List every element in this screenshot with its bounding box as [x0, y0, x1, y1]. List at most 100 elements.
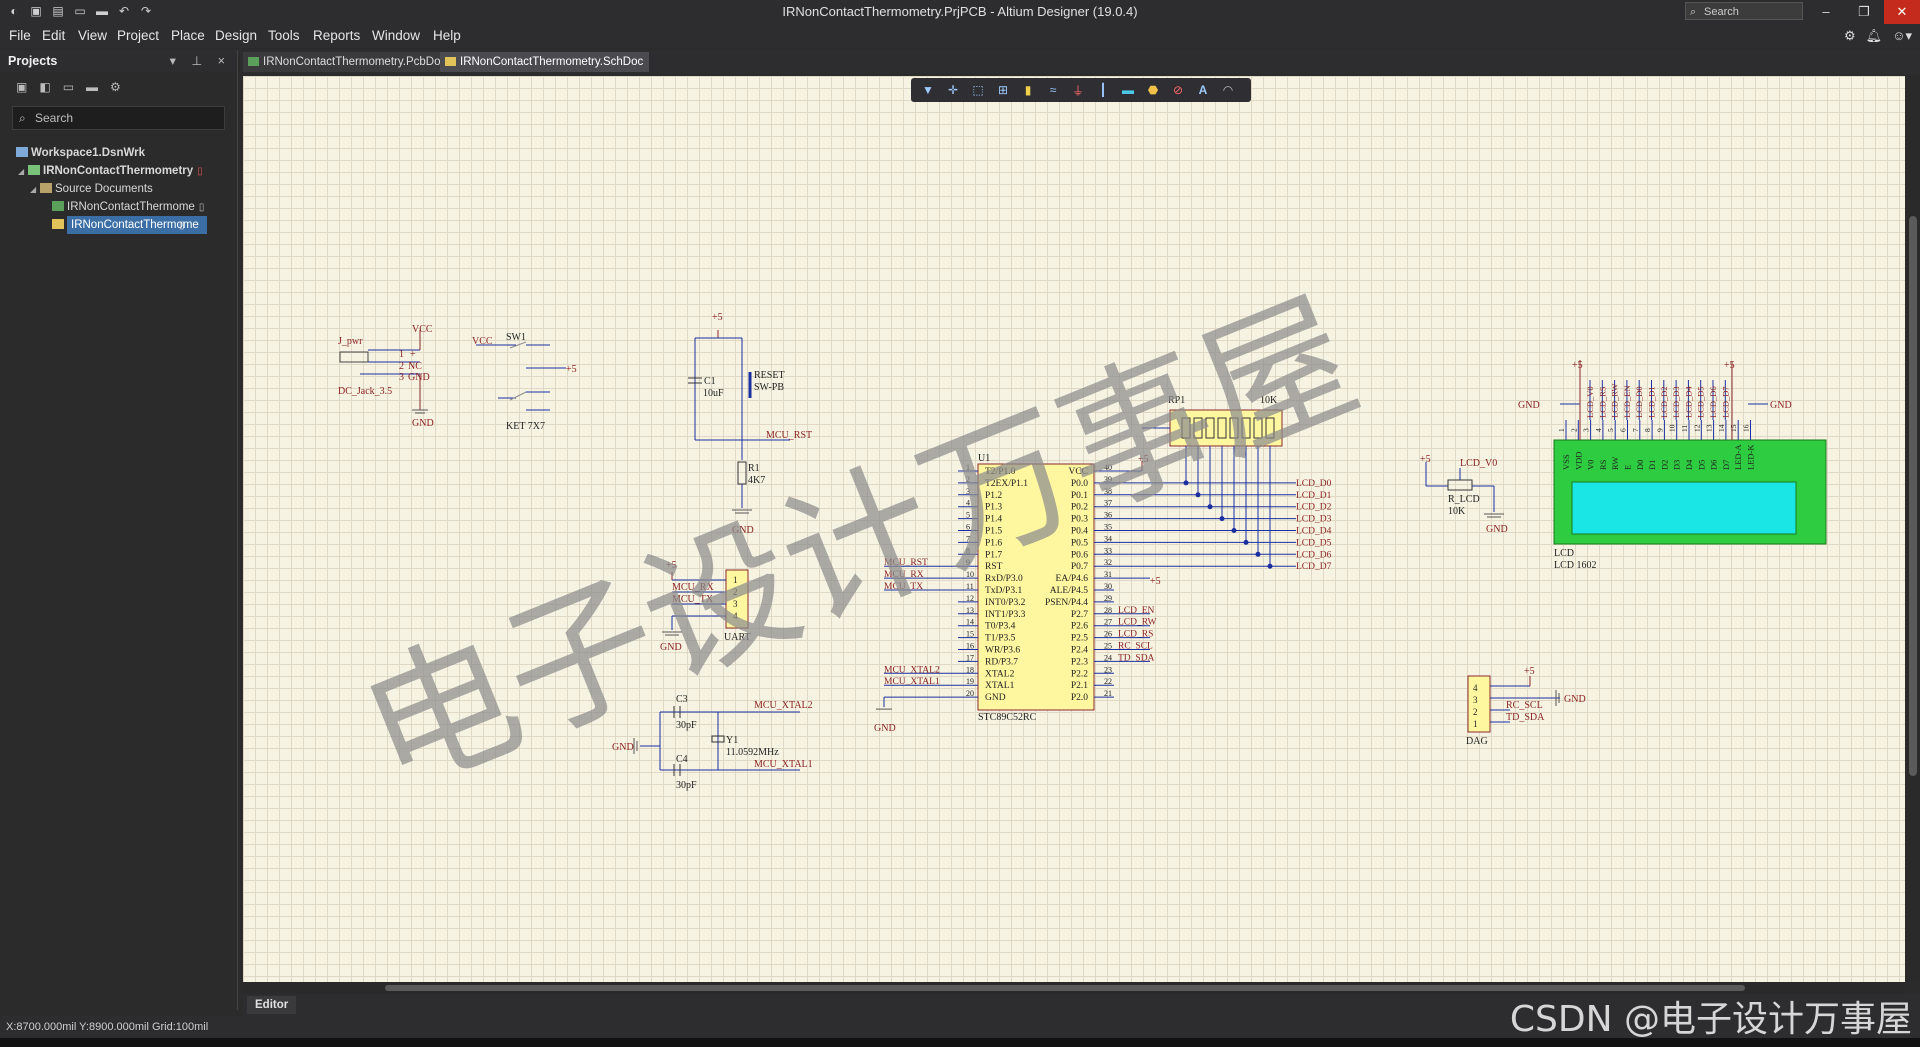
- panel-search-input[interactable]: ⌕ Search: [12, 106, 225, 130]
- pcb-doc-icon: [52, 201, 64, 211]
- filter-icon[interactable]: ▼: [919, 82, 937, 98]
- lcd-net-label: LCD_RW: [1610, 384, 1620, 418]
- menu-reports[interactable]: Reports: [313, 28, 360, 43]
- panel-controls[interactable]: ▾ ⊥ ×: [170, 50, 231, 72]
- lcd-plus5-left: +5: [1572, 360, 1583, 371]
- panel-search-placeholder: Search: [35, 111, 74, 125]
- tree-workspace[interactable]: Workspace1.DsnWrk: [0, 144, 237, 162]
- gear-icon[interactable]: ⚙: [1844, 28, 1856, 44]
- net-lcd-v0: LCD_V0: [1460, 458, 1497, 469]
- tree-folder[interactable]: ◢ Source Documents: [0, 180, 237, 198]
- restore-button[interactable]: ❐: [1846, 0, 1882, 24]
- mcu-pin-name: T0/P3.4: [985, 622, 1016, 632]
- mcu-pin-name: P2.2: [1071, 669, 1088, 679]
- lcd-plus5-right: +5: [1724, 360, 1735, 371]
- minimize-button[interactable]: –: [1808, 0, 1844, 24]
- doc-label: IRNonContactThermome: [67, 201, 195, 213]
- close-button[interactable]: ✕: [1884, 0, 1920, 24]
- gear-icon[interactable]: ⚙: [110, 80, 121, 94]
- lcd-pin-name: D7: [1721, 460, 1731, 470]
- c3-value: 30pF: [676, 720, 697, 731]
- dag-connector-symbol: [1467, 675, 1491, 733]
- mcu-pin-name: P2.4: [1071, 646, 1088, 656]
- tree-doc-sch[interactable]: IRNonContactThermome▯: [0, 216, 237, 234]
- jack-value: DC_Jack_3.5: [338, 386, 392, 397]
- wire-icon[interactable]: ≈: [1044, 82, 1062, 98]
- doc-label: IRNonContactThermome: [67, 216, 207, 234]
- vertical-scrollbar[interactable]: [1906, 76, 1920, 982]
- arc-icon[interactable]: ◠: [1219, 82, 1237, 98]
- menu-project[interactable]: Project: [117, 28, 159, 43]
- tab-editor[interactable]: Editor: [247, 996, 297, 1014]
- port-icon[interactable]: ⬣: [1144, 82, 1162, 98]
- lcd-ref: LCD: [1554, 548, 1574, 559]
- search-placeholder: Search: [1704, 6, 1739, 18]
- user-icon[interactable]: ☺▾: [1892, 28, 1912, 44]
- net-label: LCD_D7: [1296, 562, 1332, 572]
- tree-project[interactable]: ◢ IRNonContactThermometry ▯: [0, 162, 237, 180]
- dag-sda: TD_SDA: [1506, 712, 1545, 723]
- lcd-net-label: LCD_D1: [1647, 386, 1657, 418]
- lcd-pin-name: D5: [1696, 460, 1706, 470]
- mcu-pin-name: TxD/P3.1: [985, 586, 1022, 596]
- ea-plus5: +5: [1150, 576, 1161, 587]
- global-search-input[interactable]: ⌕ Search: [1685, 2, 1803, 20]
- reset-btn-ref: RESET: [754, 370, 785, 381]
- sheet-symbol-icon[interactable]: ▬: [1119, 82, 1137, 98]
- workspace-icon: [16, 147, 28, 157]
- tab-schdoc[interactable]: IRNonContactThermometry.SchDoc: [440, 52, 650, 72]
- mcu-pin-number: 16: [966, 642, 974, 651]
- menu-tools[interactable]: Tools: [268, 28, 300, 43]
- mcu-pin-number: 19: [966, 677, 974, 686]
- lcd-net-label: LCD_D7: [1720, 386, 1730, 418]
- tab-pcbdoc[interactable]: IRNonContactThermometry.PcbDoc: [243, 52, 453, 72]
- lcd-pin-number: 13: [1705, 424, 1714, 432]
- schematic-canvas[interactable]: 1 T2/P1.0 2 T2EX/P1.1 3 P1.2 4 P1.3 5 P1.4 6 P1.5 7 P…: [243, 76, 1905, 982]
- image-watermark: 电子设计万事屋: [342, 273, 1378, 820]
- lcd-pin-name: D0: [1635, 460, 1645, 470]
- collapse-arrow-icon[interactable]: ◢: [18, 163, 28, 181]
- mcu-pin-name: EA/P4.6: [1056, 574, 1089, 584]
- save-icon[interactable]: ▣: [16, 80, 27, 94]
- c1-value: 10uF: [703, 388, 724, 399]
- part-icon[interactable]: ▮: [1019, 82, 1037, 98]
- align-icon[interactable]: ⊞: [994, 82, 1012, 98]
- bus-icon[interactable]: ┃: [1094, 82, 1112, 98]
- menu-view[interactable]: View: [78, 28, 107, 43]
- rlcd-gnd: GND: [1486, 524, 1508, 535]
- directive-icon[interactable]: ⊘: [1169, 82, 1187, 98]
- mcu-pin-name: P2.5: [1071, 634, 1088, 644]
- menu-file[interactable]: File: [9, 28, 31, 43]
- vertical-scroll-thumb[interactable]: [1909, 216, 1917, 776]
- mcu-pin-number: 15: [966, 630, 974, 639]
- sch-doc-icon: [445, 57, 456, 66]
- mcu-pin-number: 13: [966, 606, 974, 615]
- text-icon[interactable]: A: [1194, 82, 1212, 98]
- open-folder-icon[interactable]: ▭: [63, 80, 74, 94]
- lcd-pin-number: 7: [1631, 428, 1640, 432]
- power-port-icon[interactable]: ⏚: [1069, 82, 1087, 98]
- mcu-pin-number: 18: [966, 665, 974, 674]
- menu-window[interactable]: Window: [372, 28, 420, 43]
- c4-value: 30pF: [676, 780, 697, 791]
- mcu-pin-number: 12: [966, 594, 974, 603]
- dag-pin-4: 4: [1473, 683, 1478, 693]
- search-icon: ⌕: [19, 111, 26, 125]
- menu-help[interactable]: Help: [433, 28, 461, 43]
- bell-icon[interactable]: 🔔︎: [1866, 28, 1883, 44]
- mcu-pin-number: 21: [1104, 689, 1112, 698]
- doc-icon: ▯: [179, 220, 185, 231]
- mcu-pin-number: 25: [1104, 642, 1112, 651]
- mcu-pin-number: 14: [966, 618, 974, 627]
- lcd-pin-name: D6: [1709, 460, 1719, 470]
- menu-design[interactable]: Design: [215, 28, 257, 43]
- move-icon[interactable]: ✛: [944, 82, 962, 98]
- compile-icon[interactable]: ◧: [39, 80, 50, 94]
- menu-place[interactable]: Place: [171, 28, 205, 43]
- select-rect-icon[interactable]: ⬚: [969, 82, 987, 98]
- pin-gnd: GND: [408, 372, 430, 383]
- folder-add-icon[interactable]: ▬: [86, 80, 98, 94]
- tree-doc-pcb[interactable]: IRNonContactThermome ▯: [0, 198, 237, 216]
- menu-edit[interactable]: Edit: [42, 28, 65, 43]
- collapse-arrow-icon[interactable]: ◢: [30, 181, 40, 199]
